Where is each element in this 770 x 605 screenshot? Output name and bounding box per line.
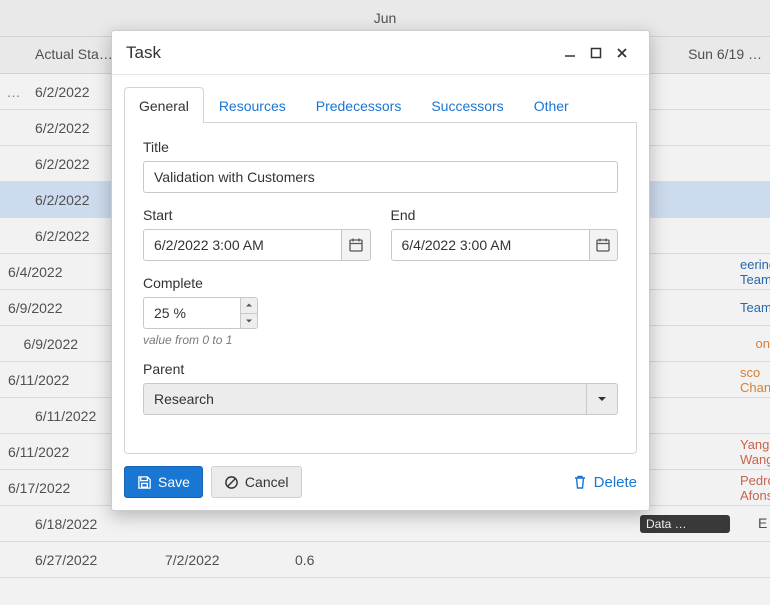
complete-hint: value from 0 to 1 [143, 333, 618, 347]
chevron-down-icon [597, 394, 607, 404]
dialog-titlebar[interactable]: Task [112, 31, 649, 75]
start-label: Start [143, 207, 371, 223]
complete-input[interactable] [143, 297, 240, 329]
tab-other[interactable]: Other [519, 87, 584, 123]
cancel-icon [224, 475, 239, 490]
save-button[interactable]: Save [124, 466, 203, 498]
chevron-down-icon [245, 317, 253, 325]
dialog-title: Task [126, 43, 161, 63]
close-icon [615, 46, 629, 60]
title-input[interactable] [143, 161, 618, 193]
close-button[interactable] [609, 40, 635, 66]
save-icon [137, 475, 152, 490]
chevron-up-icon [245, 301, 253, 309]
trash-icon [572, 474, 588, 490]
end-input[interactable] [391, 229, 589, 261]
end-calendar-button[interactable] [589, 229, 618, 261]
delete-button[interactable]: Delete [572, 474, 637, 491]
tab-resources[interactable]: Resources [204, 87, 301, 123]
calendar-icon [595, 237, 611, 253]
tab-predecessors[interactable]: Predecessors [301, 87, 417, 123]
end-label: End [391, 207, 619, 223]
maximize-button[interactable] [583, 40, 609, 66]
delete-label: Delete [594, 474, 637, 491]
cancel-button[interactable]: Cancel [211, 466, 302, 498]
minimize-button[interactable] [557, 40, 583, 66]
dialog-actions: Save Cancel Delete [112, 454, 649, 510]
complete-step-down[interactable] [241, 313, 257, 329]
start-calendar-button[interactable] [341, 229, 370, 261]
complete-label: Complete [143, 275, 618, 291]
parent-label: Parent [143, 361, 618, 377]
save-label: Save [158, 474, 190, 490]
start-input[interactable] [143, 229, 341, 261]
cancel-label: Cancel [245, 474, 289, 490]
parent-select[interactable]: Research [143, 383, 618, 415]
tabstrip: General Resources Predecessors Successor… [124, 87, 637, 123]
task-dialog: Task General Resources Predecessors Succ… [111, 30, 650, 511]
minimize-icon [563, 46, 577, 60]
maximize-icon [589, 46, 603, 60]
title-label: Title [143, 139, 618, 155]
parent-value: Research [143, 383, 586, 415]
calendar-icon [348, 237, 364, 253]
tab-general[interactable]: General [124, 87, 204, 123]
tab-content-general: Title Start End [124, 123, 637, 454]
tab-successors[interactable]: Successors [416, 87, 518, 123]
complete-step-up[interactable] [241, 298, 257, 313]
parent-dropdown-button[interactable] [586, 383, 618, 415]
